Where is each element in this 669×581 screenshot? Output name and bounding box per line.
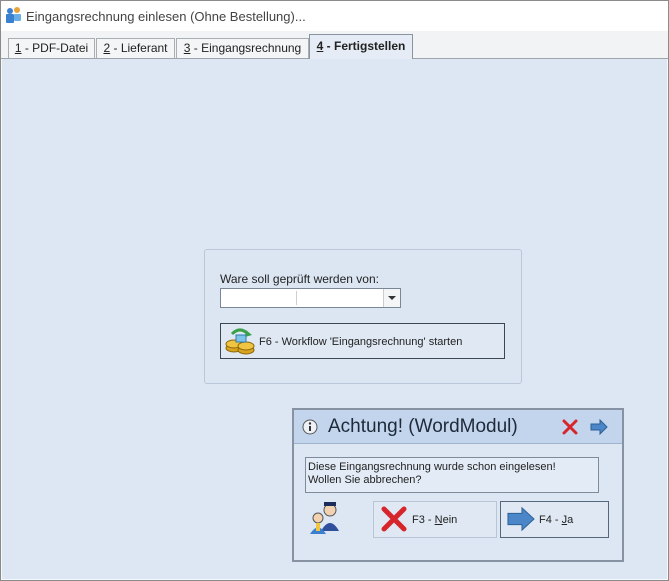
users-avatar-icon (310, 502, 339, 534)
info-icon (302, 419, 318, 435)
yes-rest: a (567, 514, 574, 526)
tab-pdf-datei[interactable]: 1 - PDF-Datei (8, 38, 95, 58)
dialog-title: Achtung! (WordModul) (328, 416, 518, 437)
tab-label: - Eingangsrechnung (190, 41, 302, 55)
tab-lieferant[interactable]: 2 - Lieferant (96, 38, 175, 58)
yes-button[interactable]: F4 - Ja (500, 501, 609, 538)
reviewer-combo[interactable] (220, 288, 401, 308)
tab-label: - Fertigstellen (323, 39, 406, 53)
blue-arrow-icon (507, 506, 535, 532)
start-workflow-button[interactable]: F6 - Workflow 'Eingangsrechnung' starten (220, 323, 505, 359)
tab-fertigstellen[interactable]: 4 - Fertigstellen (309, 34, 413, 59)
dialog-message: Diese Eingangsrechnung wurde schon einge… (305, 457, 599, 493)
yes-button-label: F4 - Ja (539, 514, 573, 526)
no-rest: ein (442, 514, 458, 526)
tab-label: - PDF-Datei (21, 41, 89, 55)
window-title: Eingangsrechnung einlesen (Ohne Bestellu… (26, 9, 306, 24)
dialog-header: Achtung! (WordModul) (294, 410, 622, 444)
no-button-label: F3 - Nein (412, 514, 457, 526)
coins-workflow-icon (225, 328, 255, 355)
no-hotkey: N (434, 514, 443, 526)
blue-arrow-icon[interactable] (590, 419, 608, 435)
reviewer-label: Ware soll geprüft werden von: (220, 272, 379, 286)
title-bar: Eingangsrechnung einlesen (Ohne Bestellu… (1, 1, 668, 31)
message-line-2: Wollen Sie abbrechen? (308, 474, 422, 486)
combo-separator (296, 291, 297, 305)
main-window: Eingangsrechnung einlesen (Ohne Bestellu… (0, 0, 669, 581)
no-prefix: F3 - (412, 514, 435, 526)
warning-dialog: Achtung! (WordModul) Diese Eingangsrechn… (292, 408, 624, 562)
chevron-down-icon[interactable] (383, 289, 400, 307)
message-line-1: Diese Eingangsrechnung wurde schon einge… (308, 461, 556, 473)
red-x-icon (381, 506, 407, 532)
tab-hotkey: 1 (14, 41, 22, 55)
yes-prefix: F4 - (539, 514, 562, 526)
app-person-icon (6, 7, 21, 23)
review-panel: Ware soll geprüft werden von: F6 - Workf… (204, 249, 522, 384)
tab-eingangsrechnung[interactable]: 3 - Eingangsrechnung (176, 38, 309, 58)
red-x-icon[interactable] (562, 419, 578, 435)
no-button[interactable]: F3 - Nein (373, 501, 497, 538)
workflow-button-label: F6 - Workflow 'Eingangsrechnung' starten (259, 336, 463, 348)
tab-strip: 1 - PDF-Datei 2 - Lieferant 3 - Eingangs… (1, 31, 668, 59)
tab-label: - Lieferant (110, 41, 168, 55)
